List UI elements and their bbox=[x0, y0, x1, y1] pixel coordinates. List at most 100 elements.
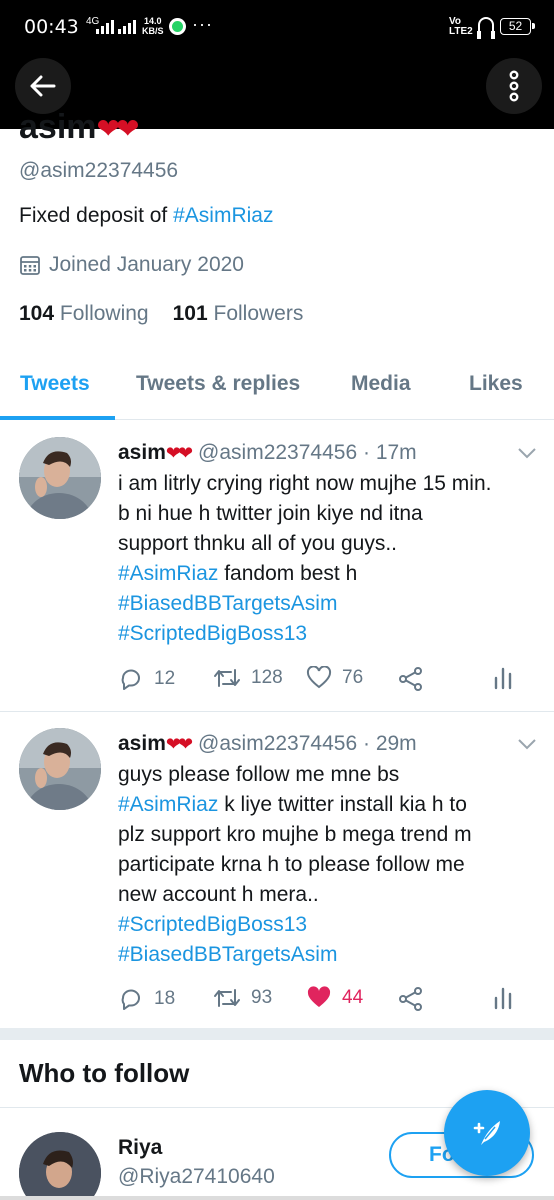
tweet-header: asim❤❤ @asim22374456 · 29m bbox=[118, 732, 417, 756]
like-button[interactable]: 44 bbox=[306, 986, 363, 1010]
arrow-left-icon bbox=[30, 75, 56, 97]
analytics-icon bbox=[494, 987, 512, 1010]
profile-photo-image bbox=[19, 1132, 101, 1200]
tab-tweets[interactable]: Tweets bbox=[20, 372, 90, 396]
hashtag-link[interactable]: #BiasedBBTargetsAsim bbox=[118, 592, 337, 615]
following-link[interactable]: 104 Following bbox=[19, 302, 149, 326]
speed-value: 14.0 bbox=[143, 16, 162, 26]
hashtag-link[interactable]: #BiasedBBTargetsAsim bbox=[118, 943, 337, 966]
tweet-line: #AsimRiaz fandom best h bbox=[118, 559, 538, 589]
signal-icon bbox=[96, 18, 114, 34]
tweet-card[interactable]: asim❤❤ @asim22374456 · 29m guys please fo… bbox=[0, 712, 554, 1028]
following-count: 104 bbox=[19, 302, 55, 325]
retweet-button[interactable]: 128 bbox=[213, 666, 283, 690]
notification-overflow-icon: ··· bbox=[192, 14, 213, 34]
tweet-line: participate krna h to please follow me bbox=[118, 853, 465, 876]
chevron-down-icon[interactable] bbox=[517, 738, 537, 750]
hashtag-link[interactable]: #ScriptedBigBoss13 bbox=[118, 622, 307, 645]
suggested-user-name[interactable]: Riya bbox=[118, 1136, 162, 1160]
heart-emoji-icon: ❤❤ bbox=[96, 113, 140, 144]
reply-button[interactable]: 18 bbox=[118, 986, 175, 1012]
tweet-line: plz support kro mujhe b mega trend m bbox=[118, 823, 472, 846]
heart-filled-icon bbox=[307, 986, 331, 1007]
tweet-author-handle: @asim22374456 bbox=[198, 732, 358, 755]
tweet-author-name[interactable]: asim bbox=[118, 732, 166, 755]
like-button[interactable]: 76 bbox=[306, 666, 363, 690]
back-button[interactable] bbox=[15, 58, 71, 114]
tweet-line: #AsimRiaz k liye twitter install kia h t… bbox=[118, 790, 538, 820]
tweet-time: 17m bbox=[375, 441, 417, 464]
network-speed: 14.0 KB/S bbox=[142, 16, 164, 36]
tab-tweets-replies[interactable]: Tweets & replies bbox=[136, 372, 300, 396]
heart-emoji-icon: ❤❤ bbox=[165, 734, 193, 754]
avatar[interactable] bbox=[19, 1132, 101, 1200]
tweet-line: #ScriptedBigBoss13 bbox=[118, 910, 538, 940]
more-options-button[interactable] bbox=[486, 58, 542, 114]
tweet-actions: 18 93 44 bbox=[118, 986, 518, 1014]
bio-hashtag-link[interactable]: #AsimRiaz bbox=[173, 204, 273, 227]
share-icon bbox=[399, 667, 422, 691]
avatar[interactable] bbox=[19, 728, 101, 810]
tweet-line: #ScriptedBigBoss13 bbox=[118, 619, 538, 649]
retweet-icon bbox=[214, 669, 240, 687]
reply-button[interactable]: 12 bbox=[118, 666, 175, 692]
status-time: 00:43 bbox=[24, 16, 79, 38]
tweet-line: #BiasedBBTargetsAsim bbox=[118, 940, 538, 970]
tweet-header: asim❤❤ @asim22374456 · 17m bbox=[118, 441, 417, 465]
tweet-line-text: k liye twitter install kia h to bbox=[218, 793, 467, 816]
tweet-line: support thnku all of you guys.. bbox=[118, 532, 397, 555]
profile-tabs: Tweets Tweets & replies Media Likes bbox=[0, 352, 554, 420]
retweet-count: 128 bbox=[251, 667, 283, 688]
tweet-line-text: fandom best h bbox=[218, 562, 358, 585]
profile-name-text: asim bbox=[19, 108, 97, 146]
share-button[interactable] bbox=[398, 666, 424, 692]
battery-indicator: 52 bbox=[500, 18, 535, 35]
tweet-line: i am litrly crying right now mujhe 15 mi… bbox=[118, 472, 492, 495]
status-bar: 00:43 4G 14.0 KB/S ··· Vo LTE2 52 bbox=[0, 0, 554, 58]
reply-icon bbox=[121, 989, 140, 1010]
tweet-line: #BiasedBBTargetsAsim bbox=[118, 589, 538, 619]
tweet-author-name[interactable]: asim bbox=[118, 441, 166, 464]
hashtag-link[interactable]: #AsimRiaz bbox=[118, 793, 218, 816]
profile-photo-image bbox=[19, 437, 101, 519]
tweet-text: guys please follow me mne bs #AsimRiaz k… bbox=[118, 760, 538, 970]
tweet-line: guys please follow me mne bs bbox=[118, 763, 400, 786]
hashtag-link[interactable]: #AsimRiaz bbox=[118, 562, 218, 585]
retweet-button[interactable]: 93 bbox=[213, 986, 272, 1010]
profile-photo-image bbox=[19, 728, 101, 810]
tweet-line: new account h mera.. bbox=[118, 883, 319, 906]
tab-media[interactable]: Media bbox=[351, 372, 411, 396]
retweet-icon bbox=[214, 989, 240, 1007]
compose-tweet-button[interactable] bbox=[444, 1090, 530, 1176]
compose-feather-icon bbox=[473, 1121, 500, 1145]
joined-text: Joined January 2020 bbox=[49, 253, 244, 276]
reply-icon bbox=[121, 669, 140, 690]
analytics-button[interactable] bbox=[493, 666, 513, 690]
bottom-edge bbox=[0, 1196, 554, 1200]
tweet-line: b ni hue h twitter join kiye nd itna bbox=[118, 502, 423, 525]
tweet-actions: 12 128 76 bbox=[118, 666, 518, 694]
heart-icon bbox=[306, 666, 332, 689]
whatsapp-icon bbox=[169, 18, 186, 35]
following-label: Following bbox=[59, 302, 149, 325]
who-to-follow-title: Who to follow bbox=[19, 1058, 190, 1088]
followers-label: Followers bbox=[213, 302, 304, 325]
retweet-count: 93 bbox=[251, 987, 273, 1008]
hashtag-link[interactable]: #ScriptedBigBoss13 bbox=[118, 913, 307, 936]
calendar-icon bbox=[20, 256, 40, 275]
analytics-button[interactable] bbox=[493, 986, 513, 1010]
tab-likes[interactable]: Likes bbox=[469, 372, 523, 396]
bio-text: Fixed deposit of bbox=[19, 204, 174, 227]
profile-name: asim❤❤ bbox=[19, 108, 140, 147]
like-count: 44 bbox=[342, 987, 364, 1008]
tweet-card[interactable]: asim❤❤ @asim22374456 · 17m i am litrly cr… bbox=[0, 421, 554, 712]
follow-stats: 104 Following 101 Followers bbox=[19, 302, 303, 326]
chevron-down-icon[interactable] bbox=[517, 447, 537, 459]
avatar[interactable] bbox=[19, 437, 101, 519]
tweet-separator: · bbox=[362, 732, 370, 755]
tweet-author-handle: @asim22374456 bbox=[198, 441, 358, 464]
followers-link[interactable]: 101 Followers bbox=[173, 302, 304, 326]
heart-emoji-icon: ❤❤ bbox=[165, 443, 193, 463]
share-button[interactable] bbox=[398, 986, 424, 1012]
active-tab-indicator bbox=[0, 416, 115, 420]
